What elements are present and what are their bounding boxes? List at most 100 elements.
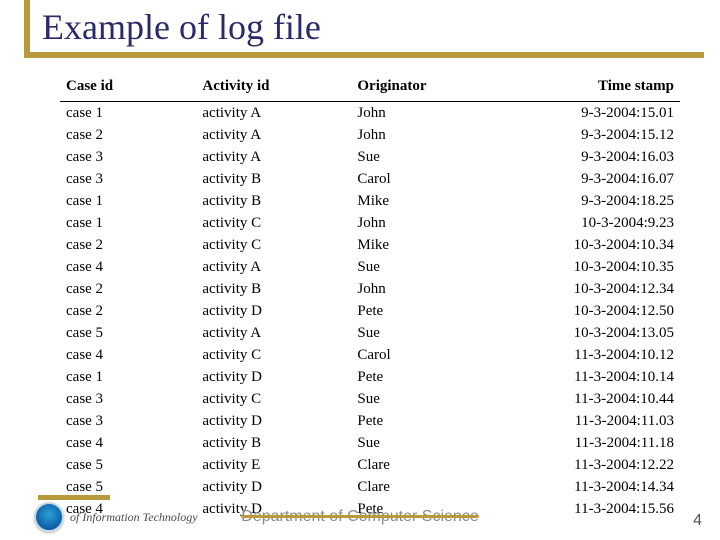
cell-timestamp: 9-3-2004:16.07 [506,168,680,190]
cell-originator: Pete [351,300,506,322]
cell-timestamp: 11-3-2004:10.12 [506,344,680,366]
cell-originator: Pete [351,410,506,432]
cell-timestamp: 9-3-2004:16.03 [506,146,680,168]
cell-activity: activity B [196,190,351,212]
cell-activity: activity A [196,256,351,278]
cell-case: case 4 [60,432,196,454]
cell-activity: activity C [196,234,351,256]
col-timestamp: Time stamp [506,74,680,102]
cell-activity: activity A [196,124,351,146]
cell-originator: Sue [351,388,506,410]
table-row: case 3activity CSue11-3-2004:10.44 [60,388,680,410]
accent-vertical [24,0,30,58]
cell-timestamp: 10-3-2004:9.23 [506,212,680,234]
cell-timestamp: 9-3-2004:15.01 [506,102,680,125]
cell-activity: activity D [196,476,351,498]
col-case-id: Case id [60,74,196,102]
cell-originator: Mike [351,190,506,212]
cell-timestamp: 11-3-2004:11.03 [506,410,680,432]
table-row: case 3activity DPete11-3-2004:11.03 [60,410,680,432]
table-row: case 1activity DPete11-3-2004:10.14 [60,366,680,388]
table-row: case 3activity ASue9-3-2004:16.03 [60,146,680,168]
cell-originator: Pete [351,366,506,388]
slide: Example of log file Case id Activity id … [0,0,720,540]
cell-timestamp: 11-3-2004:10.14 [506,366,680,388]
cell-activity: activity A [196,102,351,125]
table-row: case 2activity AJohn9-3-2004:15.12 [60,124,680,146]
table-row: case 2activity BJohn10-3-2004:12.34 [60,278,680,300]
cell-timestamp: 10-3-2004:10.35 [506,256,680,278]
cell-activity: activity C [196,212,351,234]
cell-case: case 3 [60,410,196,432]
page-number: 4 [693,512,702,530]
col-originator: Originator [351,74,506,102]
col-activity-id: Activity id [196,74,351,102]
accent-horizontal [24,52,704,58]
cell-case: case 3 [60,388,196,410]
log-table: Case id Activity id Originator Time stam… [60,74,680,520]
table-row: case 5activity DClare11-3-2004:14.34 [60,476,680,498]
cell-timestamp: 10-3-2004:13.05 [506,322,680,344]
slide-title: Example of log file [42,6,321,48]
table-row: case 1activity BMike9-3-2004:18.25 [60,190,680,212]
cell-case: case 1 [60,366,196,388]
cell-case: case 4 [60,344,196,366]
cell-case: case 2 [60,278,196,300]
cell-case: case 3 [60,146,196,168]
table-row: case 4activity CCarol11-3-2004:10.12 [60,344,680,366]
cell-timestamp: 9-3-2004:15.12 [506,124,680,146]
cell-timestamp: 10-3-2004:12.50 [506,300,680,322]
cell-originator: Carol [351,168,506,190]
cell-activity: activity A [196,322,351,344]
cell-case: case 2 [60,124,196,146]
cell-timestamp: 11-3-2004:12.22 [506,454,680,476]
cell-timestamp: 11-3-2004:11.18 [506,432,680,454]
table-row: case 3activity BCarol9-3-2004:16.07 [60,168,680,190]
cell-timestamp: 10-3-2004:12.34 [506,278,680,300]
cell-timestamp: 11-3-2004:14.34 [506,476,680,498]
cell-case: case 1 [60,212,196,234]
table-row: case 5activity ASue10-3-2004:13.05 [60,322,680,344]
cell-activity: activity C [196,388,351,410]
cell-case: case 3 [60,168,196,190]
table-header-row: Case id Activity id Originator Time stam… [60,74,680,102]
cell-activity: activity E [196,454,351,476]
cell-activity: activity B [196,432,351,454]
cell-case: case 5 [60,476,196,498]
cell-originator: Clare [351,476,506,498]
table-row: case 5activity EClare11-3-2004:12.22 [60,454,680,476]
cell-originator: Sue [351,432,506,454]
table-row: case 2activity DPete10-3-2004:12.50 [60,300,680,322]
table-row: case 1activity CJohn10-3-2004:9.23 [60,212,680,234]
table-row: case 1activity AJohn9-3-2004:15.01 [60,102,680,125]
cell-timestamp: 9-3-2004:18.25 [506,190,680,212]
cell-case: case 2 [60,234,196,256]
cell-activity: activity D [196,300,351,322]
footer: of Information Technology Department of … [0,504,720,540]
cell-activity: activity C [196,344,351,366]
cell-case: case 1 [60,190,196,212]
cell-timestamp: 11-3-2004:10.44 [506,388,680,410]
table-row: case 2activity CMike10-3-2004:10.34 [60,234,680,256]
cell-activity: activity D [196,410,351,432]
cell-activity: activity A [196,146,351,168]
cell-originator: John [351,102,506,125]
cell-originator: Sue [351,256,506,278]
cell-originator: Sue [351,146,506,168]
cell-activity: activity B [196,278,351,300]
cell-originator: Mike [351,234,506,256]
cell-originator: John [351,278,506,300]
cell-timestamp: 10-3-2004:10.34 [506,234,680,256]
cell-activity: activity D [196,366,351,388]
log-table-container: Case id Activity id Originator Time stam… [60,74,680,486]
cell-originator: John [351,124,506,146]
table-row: case 4activity ASue10-3-2004:10.35 [60,256,680,278]
department-label: Department of Computer Science [0,508,720,526]
cell-originator: Carol [351,344,506,366]
cell-case: case 5 [60,454,196,476]
cell-activity: activity B [196,168,351,190]
table-row: case 4activity BSue11-3-2004:11.18 [60,432,680,454]
cell-originator: Clare [351,454,506,476]
cell-originator: Sue [351,322,506,344]
cell-case: case 2 [60,300,196,322]
